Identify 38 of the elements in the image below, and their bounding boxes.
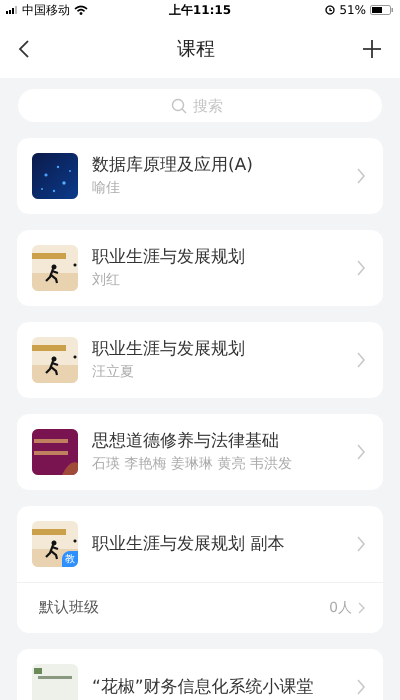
carrier-name: 中国移动	[22, 2, 70, 18]
course-card[interactable]: 教 职业生涯与发展规划 副本 默认班级 0人	[17, 506, 383, 633]
course-card[interactable]: “花椒”财务信息化系统小课堂	[17, 649, 383, 700]
teacher-names: 喻佳	[92, 179, 121, 198]
student-count: 0人	[329, 598, 352, 616]
teacher-names: 汪立夏	[92, 363, 135, 382]
plus-icon	[362, 39, 382, 59]
wifi-icon	[74, 5, 88, 15]
signal-icon	[6, 5, 18, 15]
chevron-right-icon	[357, 260, 365, 276]
class-row[interactable]: 默认班级 0人	[17, 582, 383, 633]
chevron-right-icon	[357, 352, 365, 368]
course-title: 职业生涯与发展规划	[92, 338, 246, 360]
role-badge: 教	[62, 551, 78, 567]
battery-icon	[370, 5, 394, 15]
page-title: 课程	[177, 37, 215, 62]
course-title: 职业生涯与发展规划 副本	[92, 534, 286, 554]
course-card[interactable]: 数据库原理及应用(A) 喻佳	[17, 138, 383, 214]
course-card[interactable]: 职业生涯与发展规划 汪立夏	[17, 322, 383, 398]
battery-percent: 51%	[339, 3, 366, 17]
chevron-right-icon	[357, 444, 365, 460]
chevron-right-icon	[357, 536, 365, 552]
search-icon	[171, 98, 187, 114]
clock-time: 上午11:15	[168, 2, 232, 18]
back-icon	[18, 39, 30, 59]
chevron-right-icon	[358, 602, 365, 614]
course-title: 思想道德修养与法律基础	[92, 430, 280, 452]
course-title: “花椒”财务信息化系统小课堂	[92, 676, 315, 698]
course-title: 数据库原理及应用(A)	[92, 154, 254, 176]
search-input[interactable]: 搜索	[193, 96, 229, 114]
course-title: 职业生涯与发展规划	[92, 246, 246, 268]
chevron-right-icon	[357, 679, 365, 695]
teacher-names: 石瑛 李艳梅 姜琳琳 黄亮 韦洪发	[92, 455, 293, 474]
course-card[interactable]: 职业生涯与发展规划 刘红	[17, 230, 383, 306]
chevron-right-icon	[357, 168, 365, 184]
class-name: 默认班级	[39, 598, 99, 617]
course-card[interactable]: 思想道德修养与法律基础 石瑛 李艳梅 姜琳琳 黄亮 韦洪发	[17, 414, 383, 490]
teacher-names: 刘红	[92, 271, 121, 290]
